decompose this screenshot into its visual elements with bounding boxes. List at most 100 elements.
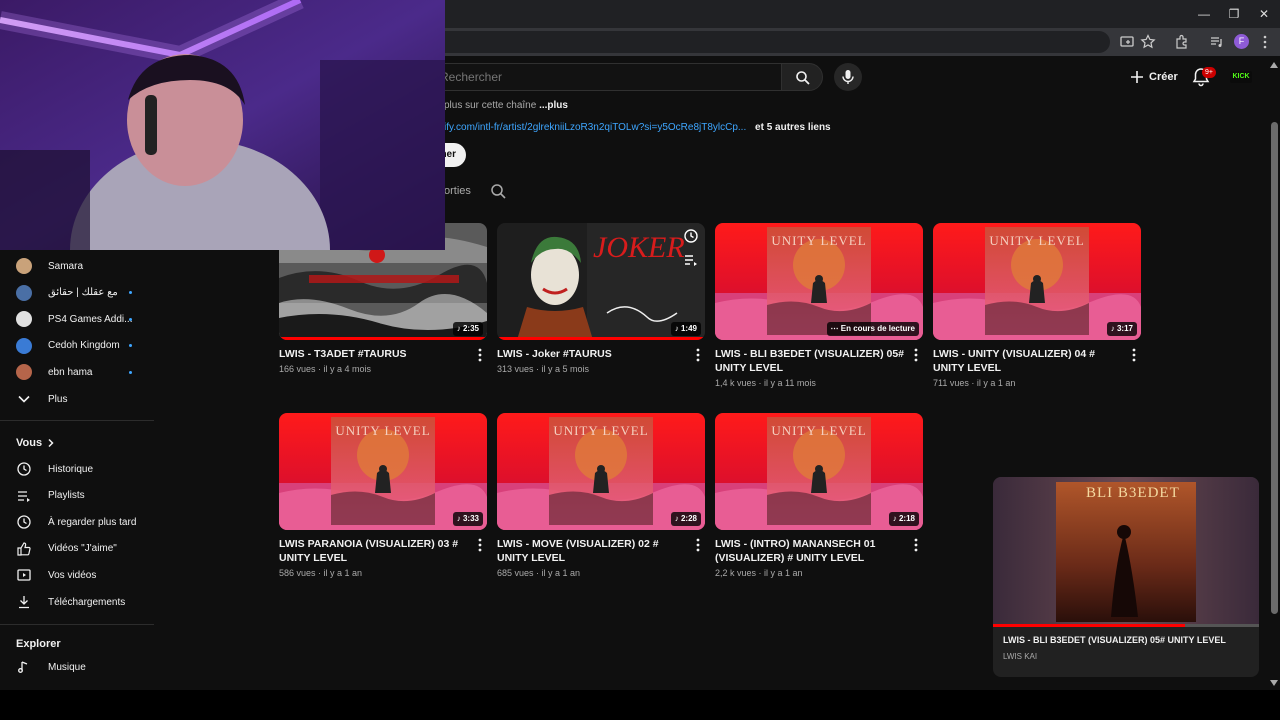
- miniplayer-progress-track[interactable]: [993, 624, 1259, 627]
- scrollbar-thumb[interactable]: [1271, 122, 1278, 614]
- restore-button[interactable]: ❐: [1224, 5, 1244, 23]
- sidebar-subscription-item[interactable]: Cedoh Kingdom: [0, 333, 154, 359]
- more-actions-icon[interactable]: [475, 538, 485, 552]
- channel-avatar: [16, 284, 32, 301]
- duration-badge: ♪ 2:35: [452, 322, 483, 336]
- sidebar-subscription-item[interactable]: ebn hama: [0, 359, 154, 385]
- meta-separator: ·: [756, 568, 765, 578]
- subscription-name: Cedoh Kingdom: [48, 340, 120, 352]
- browser-profile-avatar[interactable]: F: [1234, 34, 1249, 49]
- channel-spotify-link[interactable]: ify.com/intl-fr/artist/2glrekniiLzoR3n2q…: [444, 122, 746, 133]
- search-icon: [796, 71, 810, 85]
- more-actions-icon[interactable]: [693, 348, 703, 362]
- view-count: 685 vues: [497, 568, 534, 578]
- video-thumbnail[interactable]: UNITY LEVEL ♪ 3:17: [933, 223, 1141, 340]
- sidebar-item-label: Vidéos "J'aime": [48, 543, 117, 555]
- watched-progress-bar: [497, 337, 705, 340]
- create-button[interactable]: Créer: [1122, 64, 1186, 90]
- scroll-up-arrow-icon[interactable]: [1270, 62, 1278, 68]
- duration-badge: ♪ 2:28: [670, 512, 701, 526]
- miniplayer[interactable]: BLI B3EDET LWIS - BLI B3EDET (VISUALIZER…: [993, 477, 1259, 677]
- view-count: 313 vues: [497, 364, 534, 374]
- channel-description-more[interactable]: ...plus: [539, 100, 568, 111]
- new-content-dot: [129, 344, 132, 348]
- sidebar-item-label: Playlists: [48, 490, 85, 502]
- miniplayer-channel: LWIS KAI: [1003, 652, 1038, 661]
- watch-later-icon[interactable]: [683, 228, 699, 244]
- video-card[interactable]: UNITY LEVEL ⋯ En cours de lecture LWIS - B…: [715, 223, 923, 393]
- video-card[interactable]: UNITY LEVEL ♪ 2:18 LWIS - (INTRO) MANANSEC…: [715, 413, 923, 583]
- channel-avatar: [16, 364, 32, 381]
- subscription-name: Samara: [48, 260, 84, 272]
- sidebar-you-title: Vous: [16, 437, 43, 449]
- extensions-icon[interactable]: [1174, 34, 1190, 50]
- thumbnail-title-text: UNITY LEVEL: [771, 423, 867, 438]
- miniplayer-title: LWIS - BLI B3EDET (VISUALIZER) 05# UNITY…: [1003, 635, 1226, 645]
- channel-avatar: [16, 258, 32, 274]
- sidebar-item-history[interactable]: Historique: [0, 456, 154, 482]
- duration-text: 1:49: [680, 324, 697, 333]
- sidebar-item-like[interactable]: Vidéos "J'aime": [0, 536, 154, 562]
- view-count: 2,2 k vues: [715, 568, 757, 578]
- video-card[interactable]: UNITY LEVEL ♪ 3:33 LWIS PARANOIA (VISUALIZ…: [279, 413, 487, 583]
- duration-badge: ♪ 3:17: [1106, 322, 1137, 336]
- playing-icon: ⋯: [830, 324, 841, 333]
- video-title[interactable]: LWIS - Joker #TAURUS: [497, 347, 687, 361]
- browser-menu-icon[interactable]: [1257, 34, 1273, 50]
- sidebar-more-button[interactable]: Plus: [0, 386, 154, 412]
- video-thumbnail[interactable]: UNITY LEVEL ♪ 2:18: [715, 413, 923, 530]
- minimize-button[interactable]: —: [1194, 5, 1214, 23]
- video-thumbnail[interactable]: JOKER ♪ 1:49: [497, 223, 705, 340]
- sidebar-item-music[interactable]: Musique: [0, 654, 154, 680]
- video-card[interactable]: UNITY LEVEL ♪ 3:17 LWIS - UNITY (VISUALIZE…: [933, 223, 1141, 393]
- duration-badge: ♪ 3:33: [452, 512, 483, 526]
- video-thumbnail[interactable]: UNITY LEVEL ♪ 2:28: [497, 413, 705, 530]
- sidebar-item-downloads[interactable]: Téléchargements: [0, 589, 154, 615]
- sidebar-subscription-item[interactable]: Samara: [0, 253, 154, 279]
- bookmark-star-icon[interactable]: [1140, 34, 1156, 50]
- duration-text: 2:18: [898, 514, 915, 523]
- close-window-button[interactable]: ✕: [1254, 5, 1274, 23]
- video-title[interactable]: LWIS - T3ADET #TAURUS: [279, 347, 469, 361]
- watched-progress-bar: [279, 337, 487, 340]
- sidebar-you-header[interactable]: Vous: [0, 430, 154, 456]
- duration-text: 3:33: [462, 514, 479, 523]
- sidebar-subscription-item[interactable]: مع عقلك | حقائق: [0, 280, 154, 306]
- video-card[interactable]: UNITY LEVEL ♪ 2:28 LWIS - MOVE (VISUALIZER…: [497, 413, 705, 583]
- scroll-down-arrow-icon[interactable]: [1270, 680, 1278, 686]
- video-title[interactable]: LWIS - (INTRO) MANANSECH 01 (VISUALIZER)…: [715, 537, 905, 565]
- subscription-name: PS4 Games Addi...: [48, 313, 133, 325]
- more-actions-icon[interactable]: [693, 538, 703, 552]
- tab-shorts[interactable]: orties: [444, 185, 471, 197]
- webcam-overlay: [0, 0, 445, 250]
- video-thumbnail[interactable]: UNITY LEVEL ♪ 3:33: [279, 413, 487, 530]
- video-title[interactable]: LWIS - MOVE (VISUALIZER) 02 # UNITY LEVE…: [497, 537, 687, 565]
- search-input[interactable]: [440, 68, 740, 86]
- more-actions-icon[interactable]: [911, 538, 921, 552]
- video-title[interactable]: LWIS - UNITY (VISUALIZER) 04 # UNITY LEV…: [933, 347, 1123, 375]
- thumbnail-title-text: UNITY LEVEL: [335, 423, 431, 438]
- sidebar-subscription-item[interactable]: PS4 Games Addi...: [0, 306, 154, 332]
- upload-age: il y a 1 an: [976, 378, 1016, 388]
- kick-extension-logo[interactable]: KICK: [1230, 71, 1252, 83]
- voice-search-button[interactable]: [834, 63, 862, 91]
- more-actions-icon[interactable]: [911, 348, 921, 362]
- sidebar-item-your-videos[interactable]: Vos vidéos: [0, 562, 154, 588]
- video-meta: 313 vues · il y a 5 mois: [497, 363, 589, 376]
- sidebar-item-playlists[interactable]: Playlists: [0, 483, 154, 509]
- video-card[interactable]: JOKER ♪ 1:49 LWIS - Joker #TAURUS 313 vues …: [497, 223, 705, 393]
- channel-description[interactable]: plus sur cette chaîne ...plus: [444, 100, 568, 111]
- more-actions-icon[interactable]: [475, 348, 485, 362]
- channel-more-links[interactable]: et 5 autres liens: [755, 122, 831, 133]
- video-title[interactable]: LWIS PARANOIA (VISUALIZER) 03 # UNITY LE…: [279, 537, 469, 565]
- more-actions-icon[interactable]: [1129, 348, 1139, 362]
- video-thumbnail[interactable]: UNITY LEVEL ⋯ En cours de lecture: [715, 223, 923, 340]
- downloads-icon: [19, 596, 29, 609]
- media-controls-icon[interactable]: [1209, 34, 1225, 50]
- add-to-queue-icon[interactable]: [683, 252, 699, 268]
- search-button[interactable]: [781, 63, 823, 91]
- video-title[interactable]: LWIS - BLI B3EDET (VISUALIZER) 05# UNITY…: [715, 347, 905, 375]
- cast-icon[interactable]: [1119, 34, 1135, 50]
- sidebar-item-watch-later[interactable]: À regarder plus tard: [0, 509, 154, 535]
- channel-search-icon[interactable]: [490, 183, 506, 199]
